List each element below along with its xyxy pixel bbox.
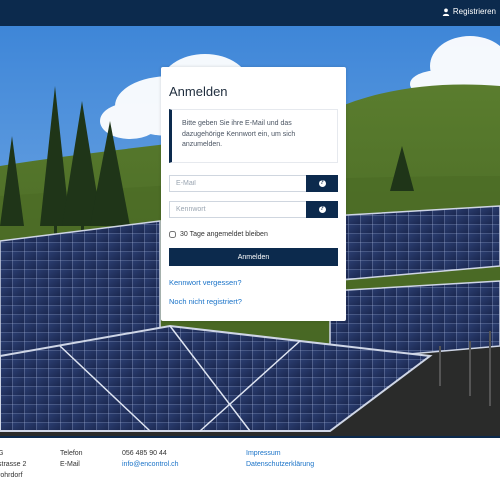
password-row: ? bbox=[169, 201, 338, 218]
footer-links: Impressum Datenschutzerklärung bbox=[246, 448, 314, 470]
info-icon: ? bbox=[318, 206, 326, 213]
login-info-text: Bitte geben Sie ihre E-Mail und das dazu… bbox=[182, 120, 296, 148]
remember-label: 30 Tage angemeldet bleiben bbox=[180, 231, 268, 238]
login-card: Anmelden Bitte geben Sie ihre E-Mail und… bbox=[161, 67, 346, 321]
footer-contact-values: 056 485 90 44 info@encontrol.ch bbox=[122, 448, 179, 470]
privacy-link[interactable]: Datenschutzerklärung bbox=[246, 459, 314, 470]
phone-label: Telefon bbox=[60, 450, 83, 457]
remember-checkbox[interactable] bbox=[169, 231, 176, 238]
info-icon: ? bbox=[318, 180, 326, 187]
footer-address: G strasse 2 rohrdorf bbox=[0, 448, 26, 481]
login-info-box: Bitte geben Sie ihre E-Mail und das dazu… bbox=[169, 109, 338, 163]
email-field[interactable] bbox=[169, 175, 306, 192]
password-help-button[interactable]: ? bbox=[306, 201, 338, 218]
register-nav-link[interactable]: Registrieren bbox=[442, 7, 496, 16]
register-nav-label: Registrieren bbox=[452, 7, 496, 16]
email-row: ? bbox=[169, 175, 338, 192]
password-field[interactable] bbox=[169, 201, 306, 218]
forgot-password-link[interactable]: Kennwort vergessen? bbox=[169, 278, 242, 287]
top-navigation-bar: Registrieren bbox=[0, 0, 500, 26]
address-line: rohrdorf bbox=[0, 472, 23, 479]
address-line: G bbox=[0, 450, 4, 457]
not-registered-link[interactable]: Noch nicht registriert? bbox=[169, 297, 242, 306]
footer: G strasse 2 rohrdorf Telefon E-Mail 056 … bbox=[0, 436, 500, 502]
email-link[interactable]: info@encontrol.ch bbox=[122, 459, 179, 470]
remember-me[interactable]: 30 Tage angemeldet bleiben bbox=[169, 231, 268, 238]
login-submit-button[interactable]: Anmelden bbox=[169, 248, 338, 266]
imprint-link[interactable]: Impressum bbox=[246, 448, 314, 459]
footer-contact-labels: Telefon E-Mail bbox=[60, 448, 83, 470]
login-title: Anmelden bbox=[169, 84, 228, 99]
user-icon bbox=[442, 8, 450, 16]
email-label: E-Mail bbox=[60, 461, 80, 468]
phone-value: 056 485 90 44 bbox=[122, 450, 167, 457]
address-line: strasse 2 bbox=[0, 461, 27, 468]
email-help-button[interactable]: ? bbox=[306, 175, 338, 192]
